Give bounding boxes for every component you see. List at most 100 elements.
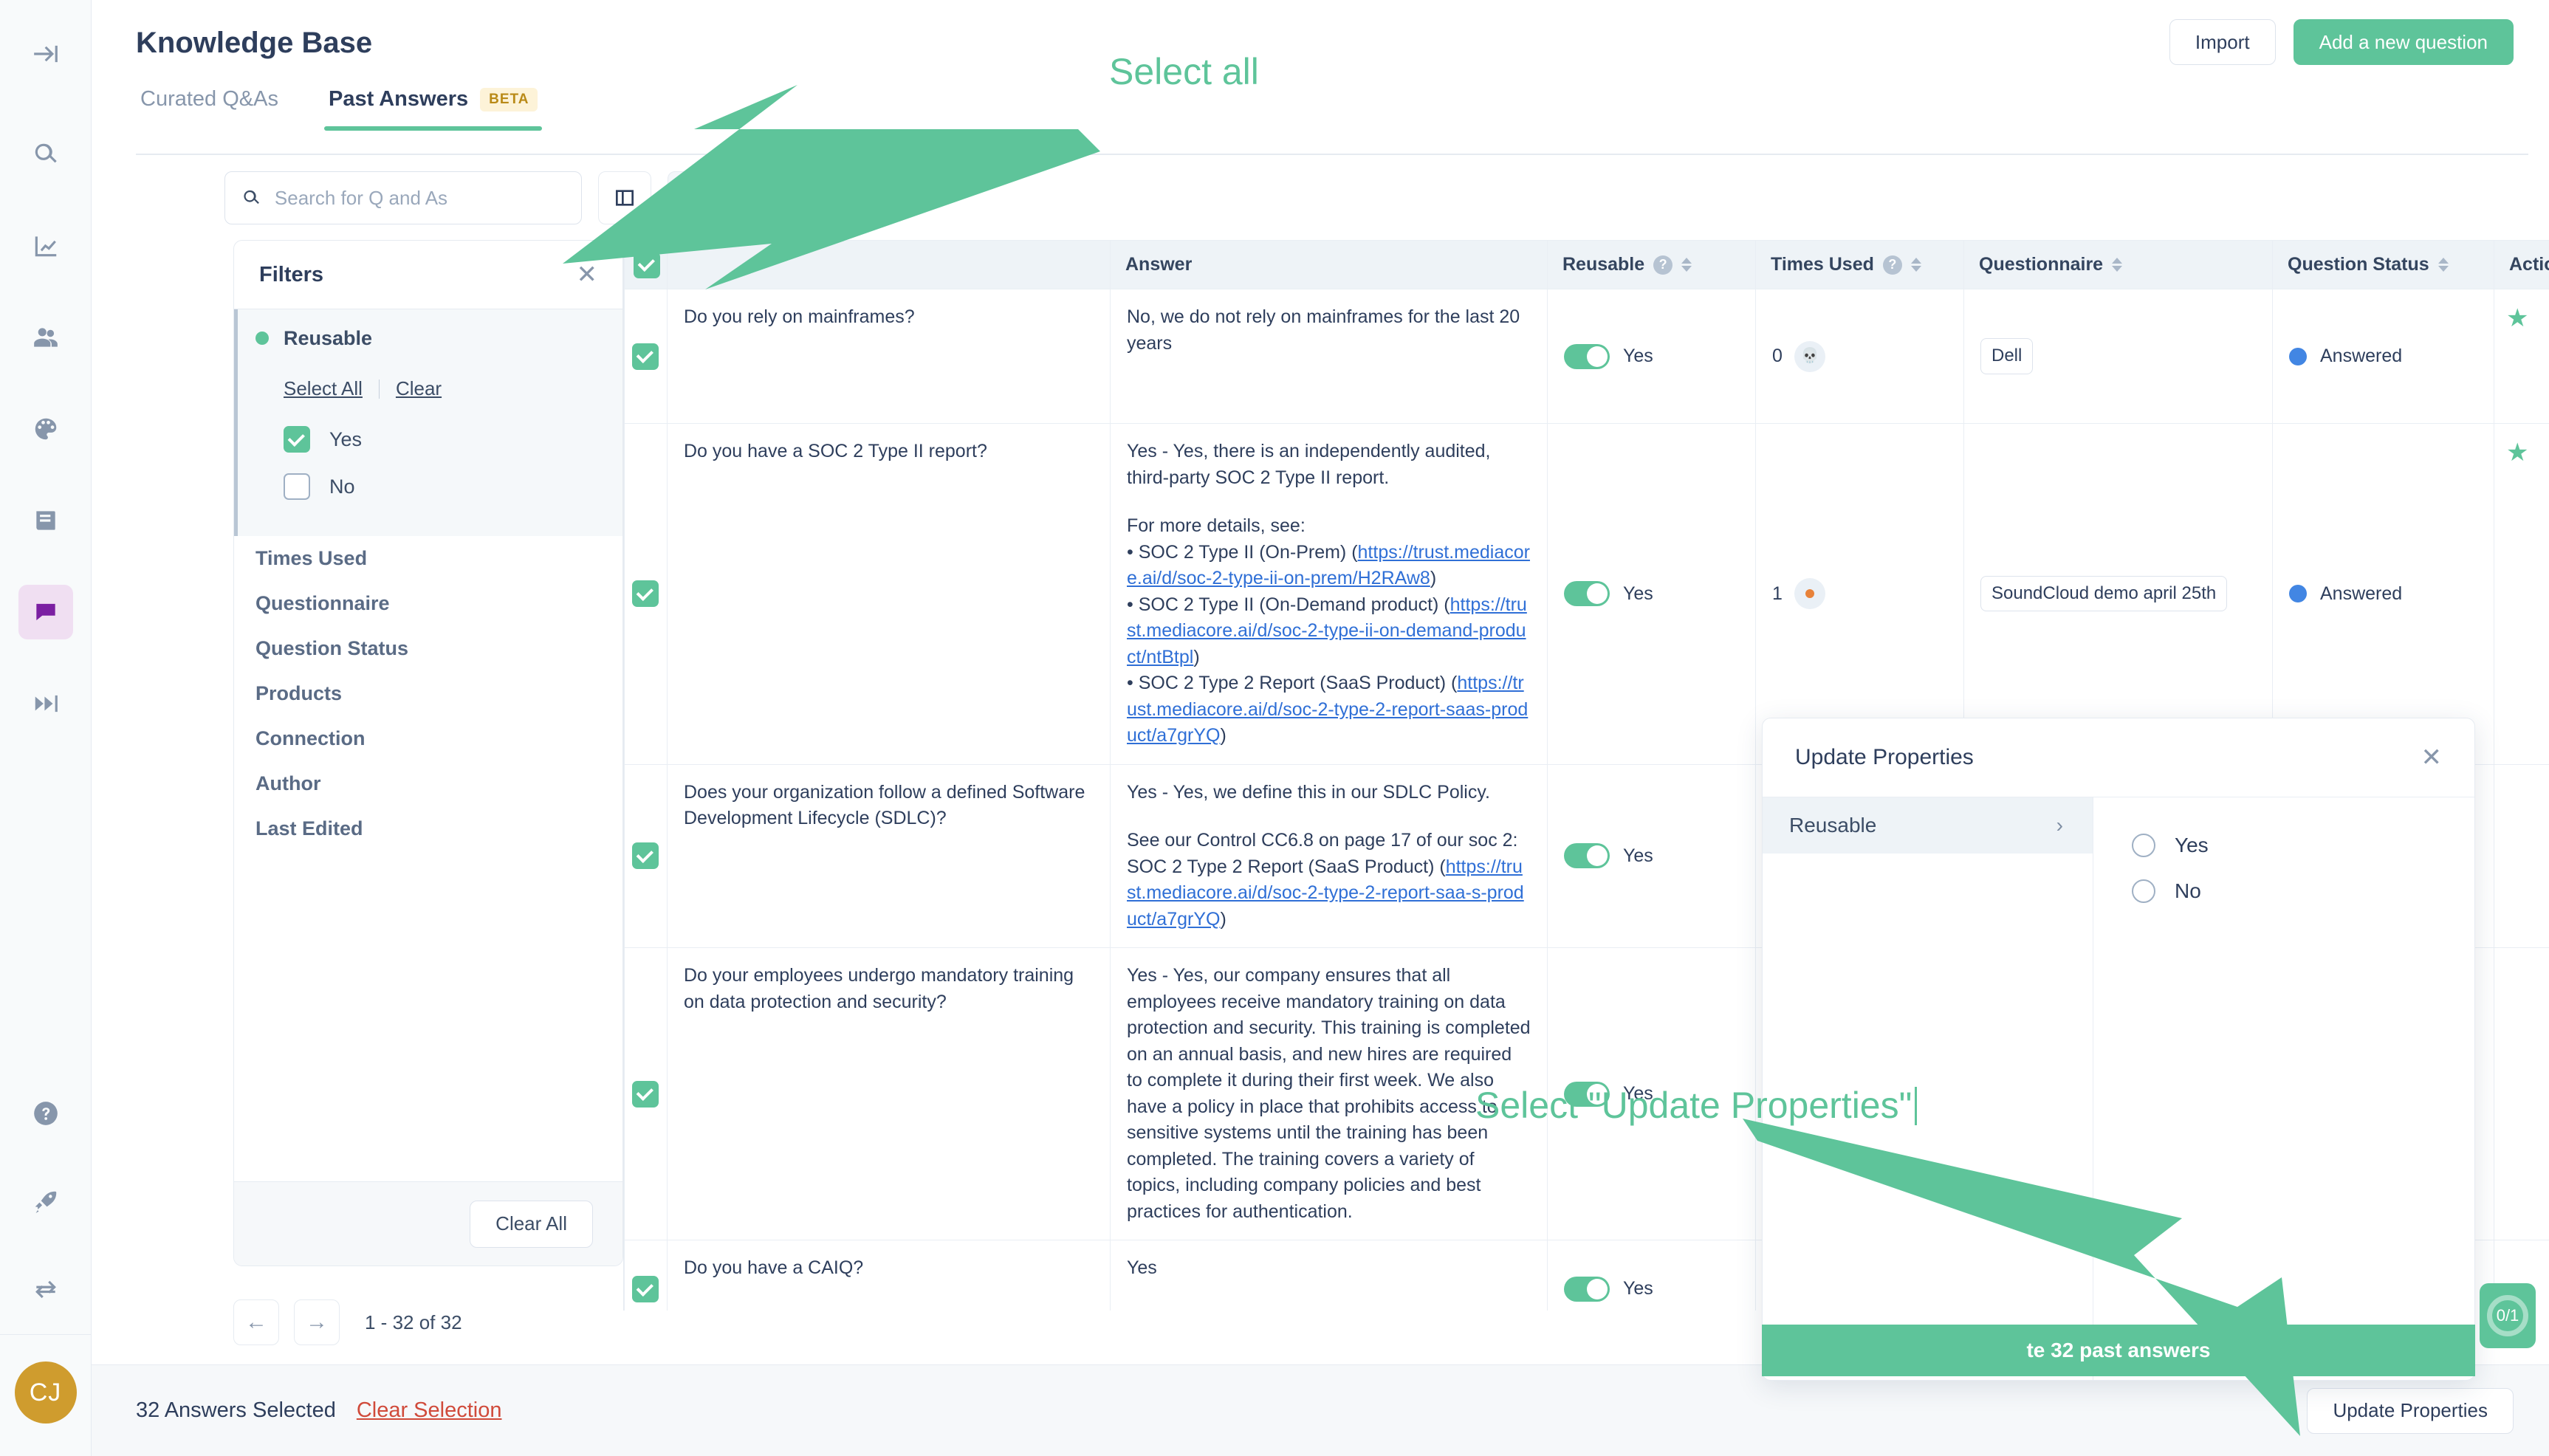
column-settings-button[interactable] [598, 171, 651, 224]
tab-curated-qas[interactable]: Curated Q&As [136, 87, 283, 131]
sidebar-item-people[interactable] [18, 310, 73, 365]
close-icon[interactable]: ✕ [577, 262, 598, 287]
next-page-button[interactable]: → [294, 1299, 340, 1345]
tab-past-answers[interactable]: Past Answers BETA [323, 87, 543, 131]
answer-cell[interactable]: Yes - Yes, we define this in our SDLC Po… [1110, 763, 1548, 948]
reusable-toggle[interactable] [1564, 581, 1610, 607]
search-box[interactable] [224, 171, 582, 224]
row-checkbox[interactable] [632, 1080, 659, 1108]
popover-radio-no[interactable]: No [2132, 868, 2474, 914]
star-icon[interactable]: ★ [2506, 440, 2528, 465]
help-icon[interactable]: ? [1653, 255, 1673, 275]
sidebar-item-knowledge-base[interactable] [18, 585, 73, 639]
filter-button[interactable] [668, 171, 721, 224]
status-dot-icon [2289, 347, 2307, 365]
filter-clear-link[interactable]: Clear [396, 377, 442, 400]
checkbox-yes[interactable] [284, 426, 310, 453]
questionnaire-cell[interactable]: Dell [1963, 289, 2273, 424]
row-checkbox[interactable] [632, 1276, 659, 1302]
filter-item-questionnaire[interactable]: Questionnaire [234, 581, 622, 626]
th-times-used[interactable]: Times Used ? [1755, 240, 1964, 289]
row-checkbox[interactable] [632, 343, 659, 370]
prev-page-button[interactable]: ← [233, 1299, 279, 1345]
rocket-icon [35, 1191, 56, 1214]
add-new-question-button[interactable]: Add a new question [2293, 19, 2514, 65]
popover-item-reusable[interactable]: Reusable › [1763, 797, 2093, 854]
questionnaire-chip[interactable]: SoundCloud demo april 25th [1980, 576, 2228, 612]
reusable-cell[interactable]: Yes [1547, 763, 1756, 948]
question-cell[interactable]: Do your employees undergo mandatory trai… [667, 947, 1111, 1240]
row-checkbox[interactable] [632, 580, 659, 608]
question-cell[interactable]: Does your organization follow a defined … [667, 763, 1111, 948]
search-input[interactable] [274, 186, 565, 210]
sort-icon[interactable] [2112, 258, 2123, 272]
filter-item-products[interactable]: Products [234, 671, 622, 716]
th-answer[interactable]: Answer [1110, 240, 1548, 289]
question-status-cell[interactable]: Answered [2272, 289, 2494, 424]
question-cell[interactable]: Do you have a CAIQ? [667, 1240, 1111, 1311]
question-status-cell[interactable]: Answered [2272, 423, 2494, 765]
filter-option-yes[interactable]: Yes [284, 419, 622, 459]
star-icon[interactable]: ★ [2506, 306, 2528, 331]
question-cell[interactable]: Do you have a SOC 2 Type II report? [667, 423, 1111, 765]
th-question-status[interactable]: Question Status [2272, 240, 2494, 289]
answer-cell[interactable]: Yes - Yes, our company ensures that all … [1110, 947, 1548, 1240]
reusable-cell[interactable]: Yes [1547, 947, 1756, 1240]
clear-selection-link[interactable]: Clear Selection [357, 1398, 502, 1423]
question-cell[interactable]: Do you rely on mainframes? [667, 289, 1111, 424]
reusable-cell[interactable]: Yes [1547, 423, 1756, 765]
filter-item-connection[interactable]: Connection [234, 716, 622, 761]
popover-radio-yes[interactable]: Yes [2132, 823, 2474, 868]
reusable-toggle[interactable] [1564, 1277, 1610, 1302]
answer-cell[interactable]: Yes [1110, 1240, 1548, 1311]
sidebar-item-library[interactable] [18, 493, 73, 548]
update-properties-button[interactable]: Update Properties [2307, 1387, 2514, 1434]
reusable-toggle[interactable] [1564, 1081, 1610, 1107]
th-questionnaire[interactable]: Questionnaire [1963, 240, 2273, 289]
sidebar-item-analytics[interactable] [18, 219, 73, 273]
radio-no[interactable] [2132, 879, 2155, 903]
times-used-cell[interactable]: 1 [1755, 423, 1964, 765]
checkbox-no[interactable] [284, 473, 310, 500]
sort-icon[interactable] [1910, 258, 1921, 272]
reusable-cell[interactable]: Yes [1547, 289, 1756, 424]
reusable-toggle[interactable] [1564, 343, 1610, 369]
clear-all-button[interactable]: Clear All [470, 1200, 593, 1248]
clear-filters-link[interactable]: Clear filters [841, 187, 938, 210]
sidebar-item-search[interactable] [18, 127, 73, 182]
sort-icon[interactable] [1681, 258, 1692, 272]
th-reusable[interactable]: Reusable ? [1547, 240, 1756, 289]
answer-cell[interactable]: No, we do not rely on mainframes for the… [1110, 289, 1548, 424]
reusable-cell[interactable]: Yes [1547, 1240, 1756, 1311]
answer-cell[interactable]: Yes - Yes, there is an independently aud… [1110, 423, 1548, 765]
table-row[interactable]: Do you rely on mainframes? No, we do not… [624, 289, 2549, 424]
switch-workspace-button[interactable] [18, 1263, 73, 1318]
whats-new-button[interactable] [18, 1175, 73, 1229]
radio-yes[interactable] [2132, 834, 2155, 857]
select-all-checkbox[interactable] [634, 251, 660, 278]
questionnaire-cell[interactable]: SoundCloud demo april 25th [1963, 423, 2273, 765]
sidebar-item-fast-forward[interactable] [18, 676, 73, 731]
reusable-value: Yes [1623, 583, 1653, 604]
help-button[interactable] [18, 1086, 73, 1141]
filter-item-last-edited[interactable]: Last Edited [234, 806, 622, 851]
sort-icon[interactable] [2437, 258, 2449, 272]
row-checkbox[interactable] [632, 842, 659, 870]
sidebar-item-branding[interactable] [18, 402, 73, 456]
progress-pill[interactable]: 0/1 [2480, 1283, 2536, 1348]
help-icon[interactable]: ? [1882, 255, 1902, 275]
table-row[interactable]: Do you have a SOC 2 Type II report? Yes … [624, 423, 2549, 765]
avatar[interactable]: CJ [14, 1361, 77, 1424]
filter-item-author[interactable]: Author [234, 761, 622, 806]
filter-option-no[interactable]: No [284, 467, 622, 506]
times-used-cell[interactable]: 0 💀 [1755, 289, 1964, 424]
questionnaire-chip[interactable]: Dell [1980, 338, 2034, 374]
filter-item-times-used[interactable]: Times Used [234, 536, 622, 581]
import-button[interactable]: Import [2169, 19, 2276, 65]
filter-select-all-link[interactable]: Select All [284, 377, 363, 400]
collapse-sidebar-button[interactable] [18, 27, 73, 81]
filter-group-reusable-header[interactable]: Reusable [238, 309, 622, 367]
close-icon[interactable]: ✕ [2421, 745, 2443, 770]
reusable-toggle[interactable] [1564, 843, 1610, 869]
filter-item-question-status[interactable]: Question Status [234, 626, 622, 671]
